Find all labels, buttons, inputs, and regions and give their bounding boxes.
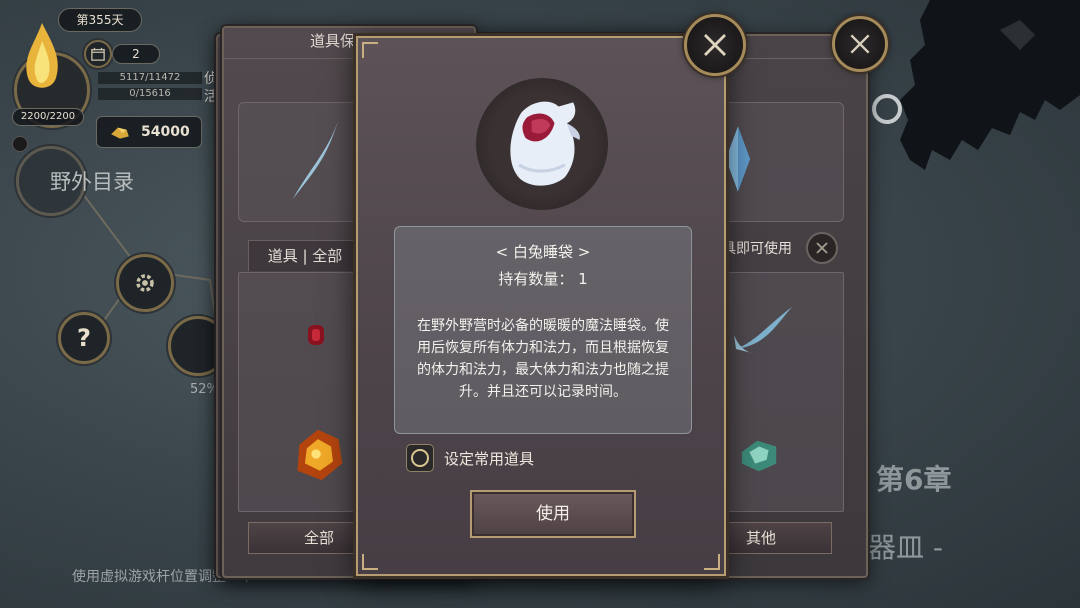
- close-icon: [850, 34, 870, 54]
- stat-2-value: 0/15616: [129, 88, 171, 99]
- item-detail-dialog: < 白兔睡袋 > 持有数量： 1 在野外野营时必备的暖暖的魔法睡袋。使用后恢复所…: [356, 36, 726, 576]
- stat-1-value: 5117/11472: [119, 72, 181, 83]
- flame-icon: [26, 23, 58, 88]
- gold-icon: [111, 127, 129, 139]
- gauge-knob: [12, 136, 28, 152]
- energy-value: 2200/2200: [12, 108, 84, 126]
- hint-close-icon[interactable]: [806, 232, 838, 264]
- fire-ore-item-icon[interactable]: [290, 424, 346, 484]
- item-quantity: 持有数量： 1: [498, 270, 588, 288]
- day-badge: 第355天: [58, 8, 142, 32]
- right-hint-text: 具即可使用: [722, 241, 792, 257]
- help-question-icon[interactable]: ?: [58, 312, 110, 364]
- chapter-label: 第6章: [876, 463, 952, 496]
- red-gem-item-icon[interactable]: [306, 322, 326, 348]
- item-name: < 白兔睡袋 >: [495, 243, 591, 261]
- ice-shard-item-icon[interactable]: [288, 118, 348, 204]
- tab-all-label: 全部: [303, 529, 334, 547]
- close-icon: [704, 34, 726, 56]
- gold-value: 54000: [141, 124, 190, 140]
- frame-corner-ornament: [362, 554, 378, 570]
- crystal-item-icon[interactable]: [724, 124, 752, 194]
- frame-corner-ornament: [362, 42, 378, 58]
- filter-tab[interactable]: 道具 | 全部: [248, 240, 362, 271]
- stat-bar-2: 0/15616: [98, 88, 202, 100]
- location-label[interactable]: 野外目录: [50, 166, 134, 196]
- stat-bar-1: 5117/11472: [98, 72, 202, 84]
- item-portrait: [476, 78, 608, 210]
- dialog-close-button[interactable]: [684, 14, 746, 76]
- map-waypoint-icon[interactable]: [872, 94, 902, 124]
- map-landmass: [900, 0, 1080, 170]
- gold-counter: 54000: [96, 116, 202, 148]
- favorite-label: 设定常用道具: [444, 450, 535, 468]
- calendar-icon[interactable]: [84, 40, 112, 68]
- use-button-label: 使用: [536, 504, 570, 524]
- use-button[interactable]: 使用: [470, 490, 636, 538]
- settings-gear-icon[interactable]: [116, 254, 174, 312]
- tab-other-label: 其他: [745, 529, 776, 547]
- rabbit-sleeping-bag-icon: [510, 101, 580, 186]
- calendar-count: 2: [112, 44, 160, 64]
- item-description: 在野外野营时必备的暖暖的魔法睡袋。使用后恢复所有体力和法力，而且根据恢复的体力和…: [417, 318, 669, 400]
- scarf-item-icon[interactable]: [726, 304, 796, 356]
- storage-close-button[interactable]: [832, 16, 888, 72]
- item-description-panel: < 白兔睡袋 > 持有数量： 1 在野外野营时必备的暖暖的魔法睡袋。使用后恢复所…: [394, 226, 692, 434]
- frame-corner-ornament: [704, 554, 720, 570]
- filter-label: 道具 | 全部: [267, 247, 343, 265]
- progress-percent: 52%: [190, 382, 219, 397]
- jade-stone-item-icon[interactable]: [738, 438, 780, 474]
- checkbox-ring-icon: [411, 449, 429, 467]
- favorite-checkbox[interactable]: [406, 444, 434, 472]
